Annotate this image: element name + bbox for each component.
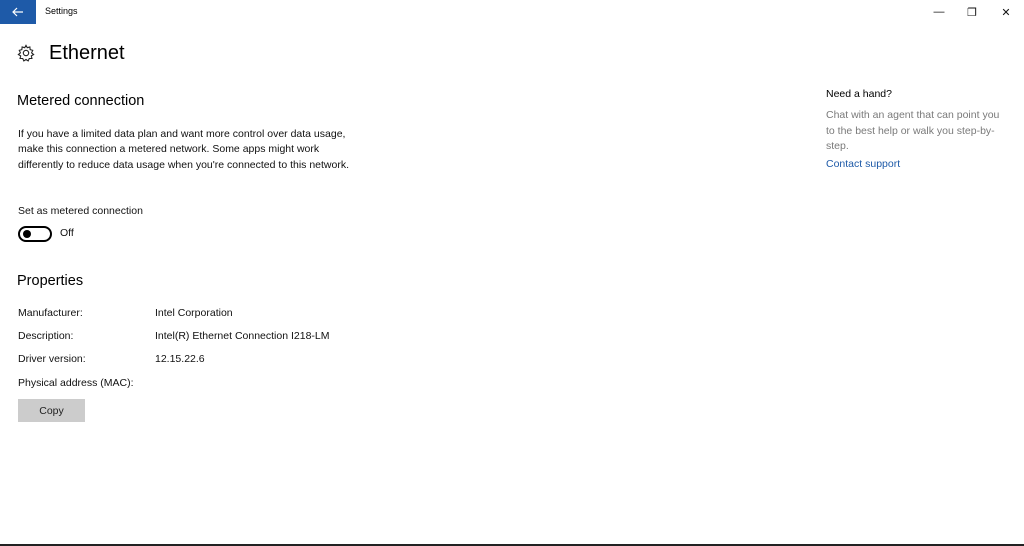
maximize-button[interactable]: ❐ (955, 0, 989, 24)
driver-version-value: 12.15.22.6 (155, 353, 205, 365)
back-button[interactable] (0, 0, 36, 24)
minimize-icon: — (933, 6, 945, 18)
toggle-state-text: Off (60, 227, 74, 239)
app-title: Settings (45, 6, 78, 16)
gear-icon (17, 44, 35, 62)
minimize-button[interactable]: — (922, 0, 956, 24)
page-title: Ethernet (49, 42, 125, 64)
metered-toggle-label: Set as metered connection (18, 205, 143, 217)
properties-heading: Properties (17, 273, 84, 289)
manufacturer-label: Manufacturer: (18, 307, 83, 319)
close-button[interactable]: ✕ (989, 0, 1023, 24)
restore-icon: ❐ (967, 6, 977, 19)
arrow-left-icon (12, 7, 23, 17)
manufacturer-value: Intel Corporation (155, 307, 233, 319)
metered-description: If you have a limited data plan and want… (18, 128, 350, 171)
driver-version-label: Driver version: (18, 353, 86, 365)
close-icon: ✕ (1001, 6, 1011, 19)
help-text: Chat with an agent that can point you to… (826, 109, 1000, 152)
help-title: Need a hand? (826, 88, 892, 100)
toggle-knob (23, 230, 31, 238)
metered-toggle[interactable] (18, 226, 52, 242)
copy-button[interactable]: Copy (18, 399, 85, 422)
description-value: Intel(R) Ethernet Connection I218-LM (155, 330, 330, 342)
contact-support-link[interactable]: Contact support (826, 158, 900, 170)
title-bar: Settings — ❐ ✕ (0, 0, 1024, 24)
description-label: Description: (18, 330, 74, 342)
metered-connection-heading: Metered connection (17, 93, 145, 109)
mac-address-label: Physical address (MAC): (18, 377, 134, 389)
settings-window: Settings — ❐ ✕ Ethernet Metered connecti… (0, 0, 1024, 546)
